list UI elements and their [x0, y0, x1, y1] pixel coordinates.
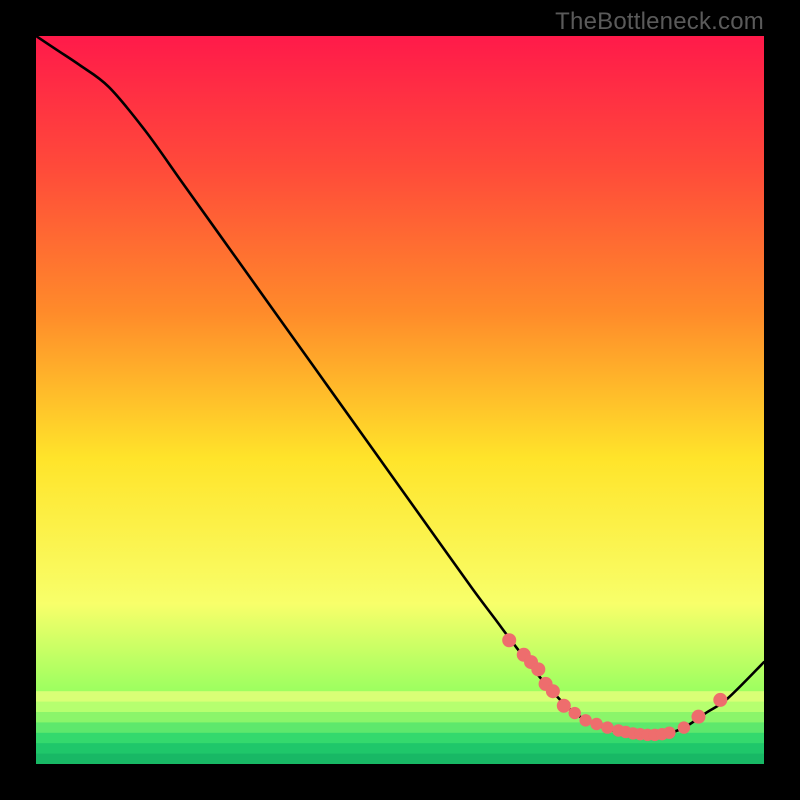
marker-dot [713, 693, 727, 707]
marker-dot [546, 684, 560, 698]
marker-dot [601, 721, 613, 733]
marker-dot [678, 721, 690, 733]
watermark-text: TheBottleneck.com [555, 8, 764, 36]
chart-stage: TheBottleneck.com [0, 0, 800, 800]
green-bands [36, 691, 764, 764]
marker-dot [663, 726, 675, 738]
marker-dot [502, 633, 516, 647]
chart-svg [36, 36, 764, 764]
marker-dot [579, 714, 591, 726]
marker-dot [569, 707, 581, 719]
marker-dot [691, 710, 705, 724]
marker-dot [557, 699, 571, 713]
marker-dot [590, 718, 602, 730]
marker-dot [531, 662, 545, 676]
gradient-background [36, 36, 764, 764]
plot-area [36, 36, 764, 764]
